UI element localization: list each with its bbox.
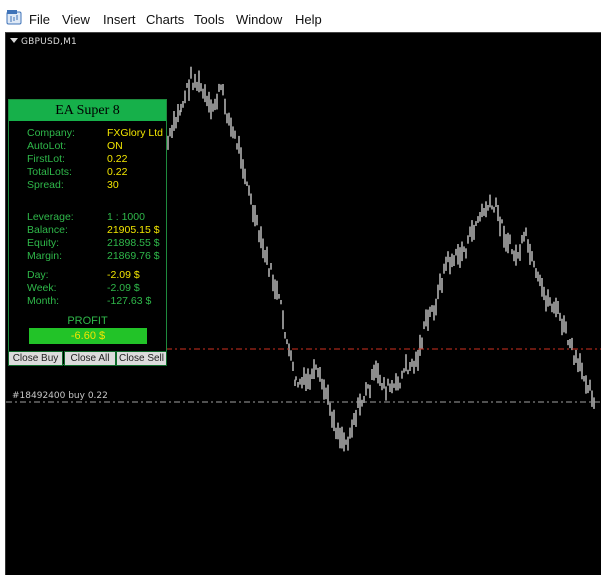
- row-label: FirstLot:: [27, 153, 65, 165]
- panel-title: EA Super 8: [9, 100, 166, 121]
- row-label: Month:: [27, 295, 60, 307]
- row-value: 0.22: [107, 153, 128, 165]
- menu-file[interactable]: File: [29, 12, 50, 28]
- close-all-button[interactable]: Close All: [64, 351, 116, 366]
- row-value: -127.63 $: [107, 295, 152, 307]
- row-label: Balance:: [27, 224, 68, 236]
- symbol-text: GBPUSD,M1: [21, 37, 77, 47]
- chart-symbol: GBPUSD,M1: [10, 37, 77, 47]
- row-value: 21898.55 $: [107, 237, 160, 249]
- row-value: 1 : 1000: [107, 211, 145, 223]
- row-label: Equity:: [27, 237, 60, 249]
- row-value: 21905.15 $: [107, 224, 160, 236]
- row-value: -2.09 $: [107, 269, 140, 281]
- row-label: Week:: [27, 282, 57, 294]
- caret-down-icon[interactable]: [10, 38, 18, 43]
- ea-panel: EA Super 8 Company: FXGlory Ltd AutoLot: O…: [8, 99, 167, 365]
- order-line-label: #18492400 buy 0.22: [12, 391, 110, 401]
- row-label: AutoLot:: [27, 140, 67, 152]
- row-label: Leverage:: [27, 211, 74, 223]
- row-value: 21869.76 $: [107, 250, 160, 262]
- row-label: Company:: [27, 127, 75, 139]
- close-buy-button[interactable]: Close Buy: [8, 351, 63, 366]
- row-label: TotalLots:: [27, 166, 72, 178]
- menu-view[interactable]: View: [62, 12, 90, 28]
- row-label: Day:: [27, 269, 49, 281]
- menu-tools[interactable]: Tools: [194, 12, 224, 28]
- row-value: FXGlory Ltd: [107, 127, 164, 139]
- close-sell-button[interactable]: Close Sell: [116, 351, 167, 366]
- menu-bar: File View Insert Charts Tools Window Hel…: [0, 0, 602, 32]
- app-chart-icon[interactable]: [6, 9, 22, 25]
- row-value: ON: [107, 140, 123, 152]
- row-value: 30: [107, 179, 119, 191]
- row-label: Spread:: [27, 179, 64, 191]
- chart-window[interactable]: GBPUSD,M1 #18492400 buy 0.22 EA Super 8 …: [5, 32, 601, 575]
- profit-value: -6.60 $: [29, 328, 147, 344]
- row-label: Margin:: [27, 250, 63, 262]
- menu-insert[interactable]: Insert: [103, 12, 136, 28]
- menu-window[interactable]: Window: [236, 12, 282, 28]
- row-value: -2.09 $: [107, 282, 140, 294]
- row-value: 0.22: [107, 166, 128, 178]
- menu-charts[interactable]: Charts: [146, 12, 184, 28]
- menu-help[interactable]: Help: [295, 12, 322, 28]
- profit-label: PROFIT: [67, 315, 108, 327]
